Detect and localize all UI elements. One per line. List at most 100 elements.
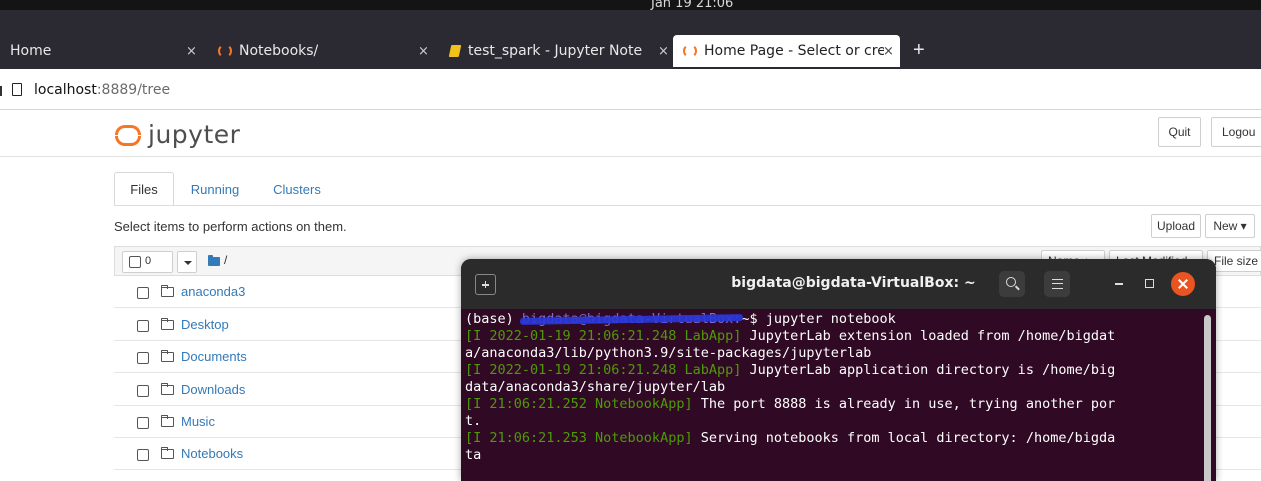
upload-button[interactable]: Upload [1151,214,1201,238]
log-tag: [I 21:06:21.252 NotebookApp] [465,396,693,412]
terminal-window[interactable]: bigdata@bigdata-VirtualBox: ~ (base) big… [461,259,1216,481]
current-path[interactable]: / [224,253,227,267]
folder-icon[interactable] [208,255,220,266]
folder-icon [161,447,174,459]
row-checkbox[interactable] [137,385,149,397]
selection-hint: Select items to perform actions on them. [114,219,347,234]
url-text[interactable]: localhost:8889/tree [34,82,170,98]
jupyter-logo-text: jupyter [148,120,241,149]
terminal-title: bigdata@bigdata-VirtualBox: ~ [731,275,976,291]
file-link[interactable]: Documents [181,349,247,364]
header-divider [0,156,1261,157]
terminal-scrollbar[interactable] [1204,315,1211,481]
search-icon [1006,277,1016,287]
log-text: data/anaconda3/share/jupyter/lab [465,379,726,395]
terminal-line: a/anaconda3/lib/python3.9/site-packages/… [465,345,1205,362]
terminal-line: t. [465,413,1205,430]
tab-test-spark[interactable]: test_spark - Jupyter Note × [448,35,672,67]
file-link[interactable]: Music [181,414,215,429]
tab-label: Notebooks/ [239,43,319,59]
log-text: ta [465,447,482,463]
close-tab-icon[interactable]: × [418,44,429,59]
jupyter-spinner-icon [218,44,232,58]
terminal-line: [I 21:06:21.252 NotebookApp] The port 88… [465,396,1205,413]
address-bar[interactable]: localhost:8889/tree [0,69,1261,110]
folder-icon [161,383,174,395]
tabs-divider [114,205,1261,206]
file-link[interactable]: Desktop [181,317,229,332]
close-tab-icon[interactable]: × [658,44,669,59]
prompt-command: ~$ jupyter notebook [741,311,896,327]
terminal-line: [I 2022-01-19 21:06:21.248 LabApp] Jupyt… [465,362,1205,379]
select-all-checkbox[interactable] [129,256,141,268]
quit-button[interactable]: Quit [1158,117,1201,147]
folder-icon [161,415,174,427]
jupyter-logo[interactable]: jupyter [114,120,240,149]
log-text: t. [465,413,482,429]
file-link[interactable]: Downloads [181,382,245,397]
close-window-button[interactable] [1171,272,1195,296]
new-tab-button[interactable]: + [913,39,925,62]
log-text: The port 8888 is already in use, trying … [692,396,1116,412]
row-checkbox[interactable] [137,287,149,299]
terminal-line: [I 2022-01-19 21:06:21.248 LabApp] Jupyt… [465,328,1205,345]
minimize-icon[interactable] [1115,283,1123,285]
terminal-line: data/anaconda3/share/jupyter/lab [465,379,1205,396]
log-text: JupyterLab application directory is /hom… [741,362,1116,378]
edge-indicator [0,86,2,96]
url-host: localhost [34,82,97,98]
selected-count: 0 [145,255,152,267]
url-path: :8889/tree [96,82,171,98]
notebook-icon [448,45,462,57]
tab-files[interactable]: Files [114,172,174,206]
tab-running[interactable]: Running [180,172,250,206]
row-checkbox[interactable] [137,417,149,429]
log-tag: [I 2022-01-19 21:06:21.248 LabApp] [465,328,742,344]
tab-home-page-active[interactable]: Home Page - Select or cre × [673,35,900,67]
tab-label: Home Page - Select or cre [704,43,884,59]
tab-clusters[interactable]: Clusters [262,172,332,206]
tab-label: Home [10,43,52,59]
prompt-prefix: (base) [465,311,522,327]
row-checkbox[interactable] [137,352,149,364]
row-checkbox[interactable] [137,449,149,461]
folder-icon [161,318,174,330]
logout-button[interactable]: Logou [1211,117,1261,147]
terminal-line: [I 21:06:21.253 NotebookApp] Serving not… [465,430,1205,447]
page-icon[interactable] [12,83,22,96]
new-dropdown-button[interactable]: New ▾ [1205,214,1255,238]
terminal-output[interactable]: (base) bigdata@bigdata-VirtualBox:~$ jup… [465,311,1205,464]
terminal-menu-button[interactable] [1044,271,1070,297]
redacted-hostname: bigdata@bigdata-VirtualBox: [522,311,741,328]
log-text: Serving notebooks from local directory: … [692,430,1116,446]
jupyter-logo-icon [114,122,142,148]
caret-down-icon [184,261,192,265]
log-text: a/anaconda3/lib/python3.9/site-packages/… [465,345,872,361]
system-top-bar: Jan 19 21:06 [0,0,1261,11]
jupyter-spinner-icon [683,44,697,58]
redacted-text: bigdata@bigdata-VirtualBox: [521,311,742,327]
tab-home[interactable]: Home × [0,35,208,67]
log-text: JupyterLab extension loaded from /home/b… [741,328,1116,344]
terminal-line: ta [465,447,1205,464]
terminal-prompt-line: (base) bigdata@bigdata-VirtualBox:~$ jup… [465,311,1205,328]
terminal-search-button[interactable] [999,271,1025,297]
screen: Jan 19 21:06 Home × Notebooks/ × test_sp… [0,0,1261,481]
tab-label: test_spark - Jupyter Note [468,43,643,59]
maximize-icon[interactable] [1145,279,1154,288]
folder-icon [161,350,174,362]
close-tab-icon[interactable]: × [186,44,197,59]
terminal-title-bar[interactable]: bigdata@bigdata-VirtualBox: ~ [461,259,1216,309]
hamburger-menu-icon [1052,279,1063,289]
close-tab-icon[interactable]: × [883,44,894,59]
log-tag: [I 21:06:21.253 NotebookApp] [465,430,693,446]
folder-icon [161,285,174,297]
select-dropdown[interactable] [177,251,197,273]
log-tag: [I 2022-01-19 21:06:21.248 LabApp] [465,362,742,378]
tab-notebooks[interactable]: Notebooks/ × [218,35,438,67]
file-link[interactable]: Notebooks [181,446,243,461]
browser-tab-strip: Home × Notebooks/ × test_spark - Jupyter… [0,10,1261,69]
select-all-box[interactable]: 0 [122,251,173,273]
row-checkbox[interactable] [137,320,149,332]
file-link[interactable]: anaconda3 [181,284,245,299]
